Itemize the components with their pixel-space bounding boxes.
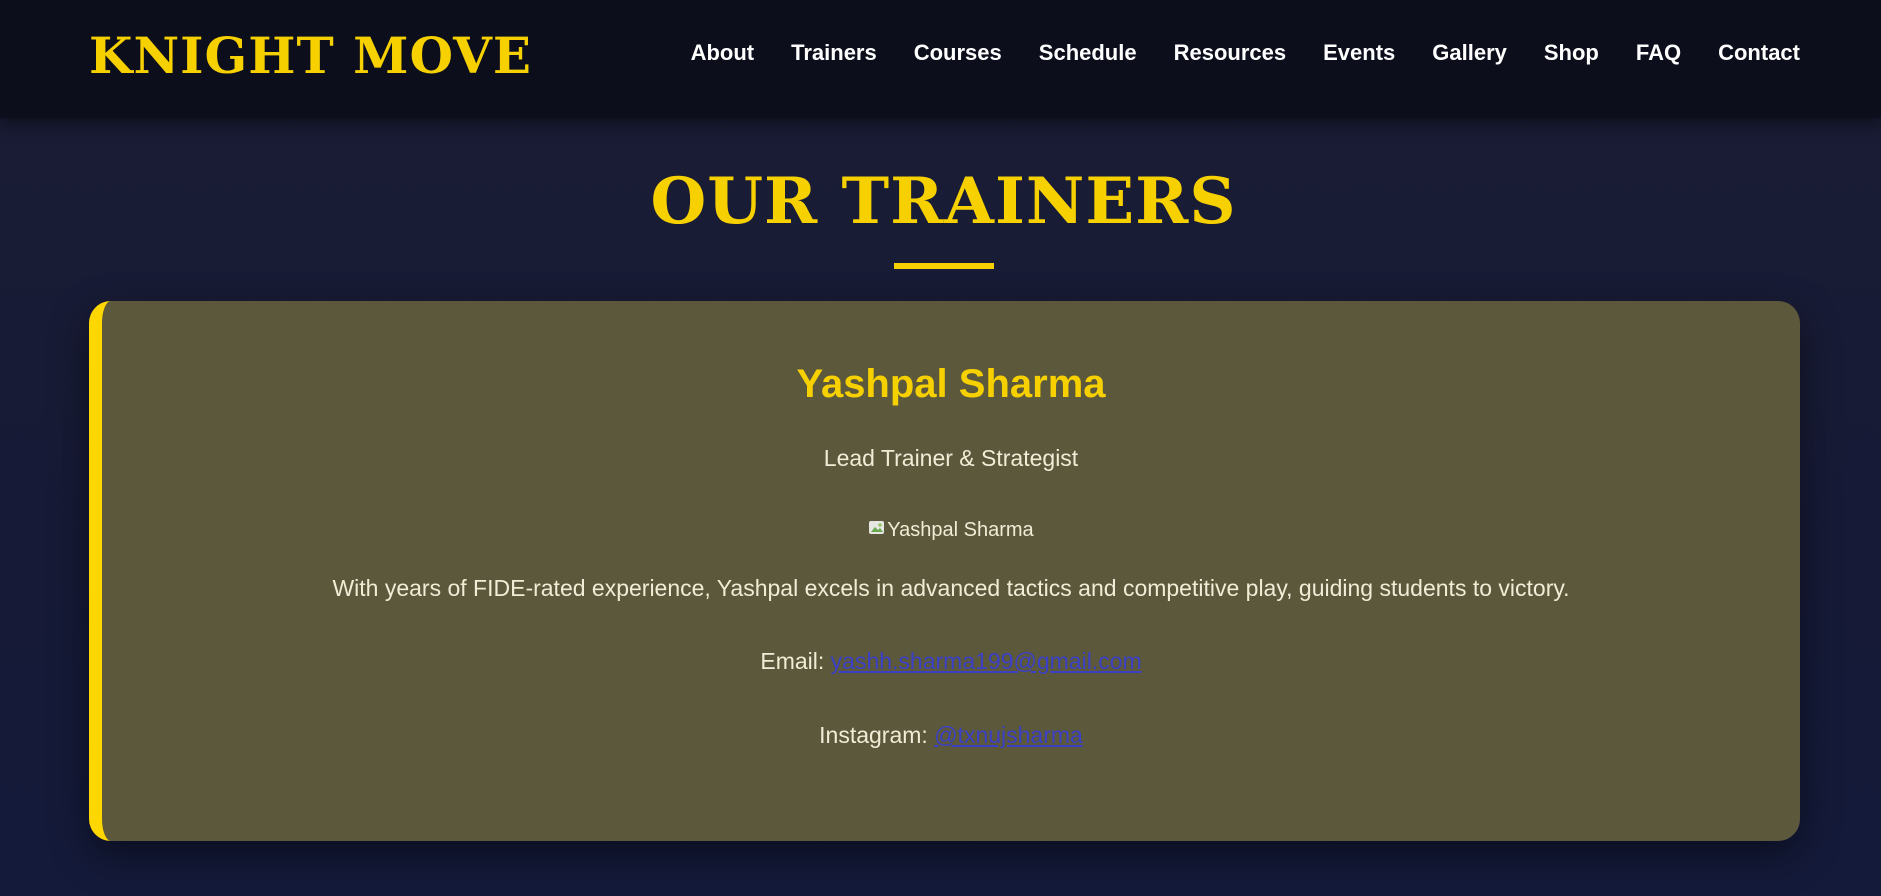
email-row: Email: yashh.sharma199@gmail.com — [102, 645, 1800, 677]
brand-logo[interactable]: KNIGHT MOVE — [89, 24, 532, 88]
nav-link-courses[interactable]: Courses — [914, 36, 1002, 70]
title-underline — [894, 263, 994, 269]
section-title: OUR TRAINERS — [650, 164, 1237, 239]
trainer-name: Yashpal Sharma — [796, 362, 1106, 406]
trainer-card: Yashpal Sharma Lead Trainer & Strategist… — [89, 301, 1800, 841]
instagram-row: Instagram: @txnujsharma — [102, 719, 1800, 751]
nav-link-resources[interactable]: Resources — [1174, 36, 1287, 70]
trainer-bio: With years of FIDE-rated experience, Yas… — [332, 575, 1570, 601]
nav-link-events[interactable]: Events — [1323, 36, 1395, 70]
trainer-photo-alt: Yashpal Sharma — [887, 518, 1034, 541]
site-header: KNIGHT MOVE About Trainers Courses Sched… — [0, 0, 1881, 118]
nav-link-about[interactable]: About — [691, 36, 755, 70]
nav-link-schedule[interactable]: Schedule — [1039, 36, 1137, 70]
broken-image-icon — [869, 521, 885, 534]
nav-link-trainers[interactable]: Trainers — [791, 36, 877, 70]
instagram-label: Instagram: — [819, 722, 935, 748]
nav-link-contact[interactable]: Contact — [1718, 36, 1800, 70]
instagram-link[interactable]: @txnujsharma — [934, 722, 1083, 748]
nav-link-shop[interactable]: Shop — [1544, 36, 1599, 70]
main-nav: About Trainers Courses Schedule Resource… — [691, 36, 1800, 70]
broken-image: Yashpal Sharma — [868, 518, 1034, 542]
trainer-photo: Yashpal Sharma — [102, 515, 1800, 545]
trainer-role: Lead Trainer & Strategist — [823, 445, 1079, 471]
nav-link-faq[interactable]: FAQ — [1636, 36, 1681, 70]
email-label: Email: — [760, 648, 831, 674]
email-link[interactable]: yashh.sharma199@gmail.com — [831, 648, 1142, 674]
nav-link-gallery[interactable]: Gallery — [1432, 36, 1507, 70]
